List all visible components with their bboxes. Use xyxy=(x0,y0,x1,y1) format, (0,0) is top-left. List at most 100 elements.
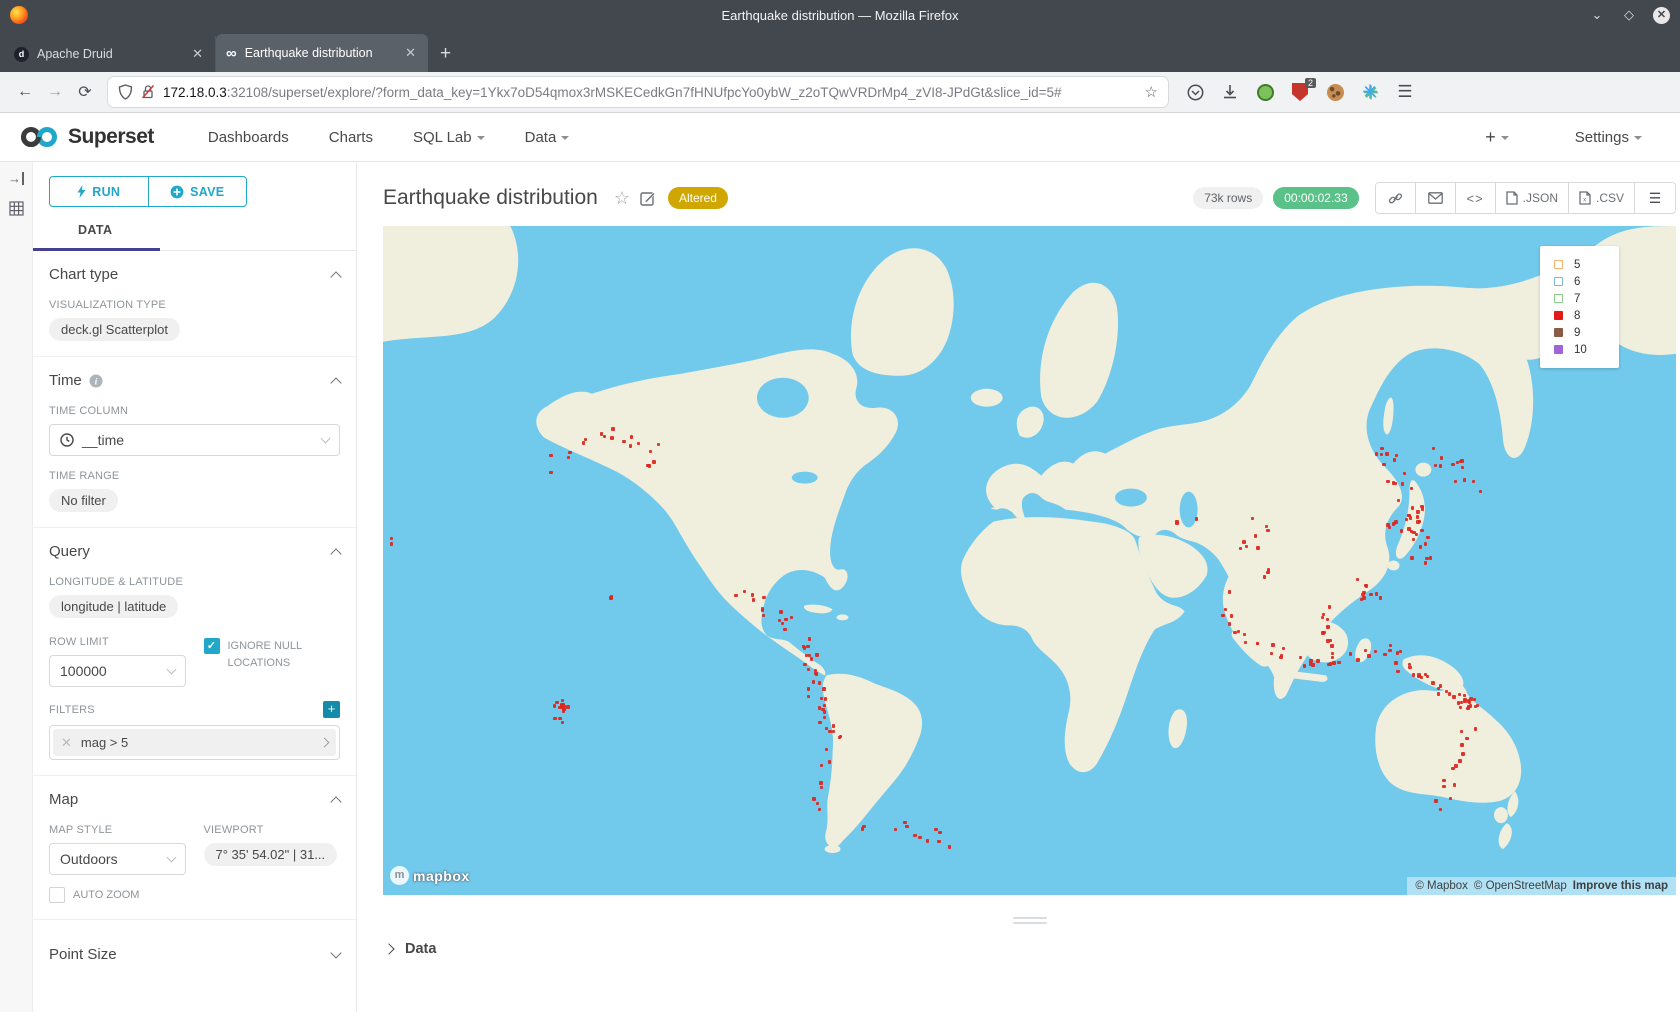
email-button[interactable] xyxy=(1416,183,1456,213)
tab-earthquake-distribution[interactable]: ∞ Earthquake distribution ✕ xyxy=(216,34,428,72)
section-point-size: Point Size xyxy=(33,920,356,980)
mapbox-logo[interactable]: m mapbox xyxy=(390,866,470,885)
panel-tabs: DATA xyxy=(33,221,356,251)
panel-drag-handle[interactable] xyxy=(1013,917,1047,924)
legend-row[interactable]: 7 xyxy=(1554,290,1619,307)
chart-menu-button[interactable]: ☰ xyxy=(1635,183,1675,213)
row-limit-select[interactable]: 100000 xyxy=(49,655,186,687)
ignore-null-checkbox[interactable]: ✓ xyxy=(204,638,220,654)
dataset-grid-icon[interactable] xyxy=(9,201,24,216)
url-bar[interactable]: 172.18.0.3:32108/superset/explore/?form_… xyxy=(108,77,1168,107)
earthquake-dot xyxy=(1299,656,1302,659)
viewport-chip[interactable]: 7° 35' 54.02" | 31... xyxy=(204,843,338,866)
earthquake-dot xyxy=(1431,681,1434,684)
auto-zoom-checkbox-row[interactable]: AUTO ZOOM xyxy=(49,887,186,904)
earthquake-dot xyxy=(761,609,764,612)
earthquake-dot xyxy=(807,695,810,698)
attribution-mapbox[interactable]: © Mapbox xyxy=(1415,880,1468,892)
section-query: Query LONGITUDE & LATITUDE longitude | l… xyxy=(33,528,356,776)
legend-row[interactable]: 8 xyxy=(1554,307,1619,324)
reload-button[interactable]: ⟳ xyxy=(70,82,100,102)
extension-asterisk-icon[interactable]: ✳ xyxy=(1361,83,1379,101)
earthquake-dot xyxy=(1383,653,1386,656)
ublock-icon[interactable]: 2 xyxy=(1291,83,1309,101)
tab-data[interactable]: DATA xyxy=(78,223,112,237)
earthquake-dot xyxy=(1411,506,1414,509)
earthquake-dot xyxy=(1380,453,1383,456)
window-maximize-icon[interactable]: ◇ xyxy=(1621,7,1637,23)
new-item-button[interactable]: + xyxy=(1485,127,1509,148)
filter-chip[interactable]: ✕ mag > 5 xyxy=(53,729,336,756)
earthquake-dot xyxy=(1401,482,1404,485)
tab-apache-druid[interactable]: d Apache Druid ✕ xyxy=(4,36,216,72)
share-link-button[interactable] xyxy=(1376,183,1416,213)
settings-menu[interactable]: Settings xyxy=(1575,129,1642,146)
legend-row[interactable]: 5 xyxy=(1554,256,1619,273)
section-header-chart-type[interactable]: Chart type xyxy=(49,264,340,285)
earthquake-dot xyxy=(1362,596,1365,599)
viz-type-chip[interactable]: deck.gl Scatterplot xyxy=(49,318,180,341)
back-button[interactable]: ← xyxy=(10,83,40,101)
url-text[interactable]: 172.18.0.3:32108/superset/explore/?form_… xyxy=(163,85,1137,100)
tab-close-icon[interactable]: ✕ xyxy=(190,46,205,62)
browser-menu-icon[interactable]: ☰ xyxy=(1396,83,1414,101)
cookie-extension-icon[interactable] xyxy=(1326,83,1344,101)
deckgl-map[interactable]: 5678910 m mapbox © Mapbox © OpenStreetMa… xyxy=(383,226,1676,895)
earthquake-dot xyxy=(1434,799,1437,802)
insecure-lock-icon[interactable] xyxy=(141,84,155,100)
remove-filter-icon[interactable]: ✕ xyxy=(61,735,72,751)
attribution-osm[interactable]: © OpenStreetMap xyxy=(1474,880,1567,892)
collapse-panel-icon[interactable]: → xyxy=(8,172,24,185)
ignore-null-checkbox-row[interactable]: ✓ IGNORE NULL LOCATIONS xyxy=(204,638,341,671)
mapbox-icon: m xyxy=(390,866,409,885)
time-range-chip[interactable]: No filter xyxy=(49,489,118,512)
time-column-label: TIME COLUMN xyxy=(49,405,340,417)
bookmark-star-icon[interactable]: ☆ xyxy=(1145,83,1158,101)
tracking-shield-icon[interactable] xyxy=(118,84,133,100)
superset-brand[interactable]: Superset xyxy=(18,125,154,149)
window-minimize-icon[interactable]: ⌄ xyxy=(1589,7,1605,23)
embed-code-button[interactable]: <> xyxy=(1456,183,1496,213)
chevron-down-icon xyxy=(1634,136,1642,140)
new-tab-button[interactable]: + xyxy=(428,36,463,72)
section-header-time[interactable]: Time i xyxy=(49,370,340,391)
auto-zoom-checkbox[interactable] xyxy=(49,887,65,903)
earthquake-dot xyxy=(1303,664,1306,667)
section-header-query[interactable]: Query xyxy=(49,541,340,562)
favorite-star-icon[interactable]: ☆ xyxy=(614,188,630,209)
data-panel-label: Data xyxy=(405,941,436,957)
earthquake-dot xyxy=(937,840,940,843)
edit-properties-icon[interactable] xyxy=(640,190,656,206)
earthquake-dot xyxy=(1412,673,1415,676)
privacy-badger-icon[interactable] xyxy=(1256,83,1274,101)
pocket-icon[interactable] xyxy=(1186,83,1204,101)
query-timer-badge: 00:00:02.33 xyxy=(1273,187,1358,209)
section-header-map[interactable]: Map xyxy=(49,789,340,810)
export-csv-button[interactable]: x .CSV xyxy=(1569,183,1635,213)
legend-row[interactable]: 10 xyxy=(1554,341,1619,358)
section-header-point-size[interactable]: Point Size xyxy=(49,944,340,965)
forward-button[interactable]: → xyxy=(40,83,70,101)
legend-row[interactable]: 6 xyxy=(1554,273,1619,290)
add-filter-button[interactable]: + xyxy=(323,701,340,718)
run-button[interactable]: RUN xyxy=(49,176,148,207)
time-column-select[interactable]: __time xyxy=(49,424,340,456)
lightning-icon xyxy=(77,185,86,198)
legend-row[interactable]: 9 xyxy=(1554,324,1619,341)
nav-dashboards[interactable]: Dashboards xyxy=(208,129,289,146)
tab-close-icon[interactable]: ✕ xyxy=(403,45,418,61)
data-collapse-header[interactable]: Data xyxy=(383,927,1676,957)
downloads-icon[interactable] xyxy=(1221,83,1239,101)
nav-data[interactable]: Data xyxy=(525,129,570,146)
nav-charts[interactable]: Charts xyxy=(329,129,373,146)
save-button[interactable]: SAVE xyxy=(148,176,248,207)
attribution-improve-link[interactable]: Improve this map xyxy=(1573,880,1668,892)
earthquake-dot xyxy=(1479,490,1482,493)
window-close-icon[interactable]: ✕ xyxy=(1653,7,1670,24)
nav-sql-lab[interactable]: SQL Lab xyxy=(413,129,485,146)
earthquake-dot xyxy=(563,705,566,708)
lonlat-chip[interactable]: longitude | latitude xyxy=(49,595,178,618)
map-style-select[interactable]: Outdoors xyxy=(49,843,186,875)
earthquake-dot xyxy=(934,828,937,831)
export-json-button[interactable]: .JSON xyxy=(1496,183,1569,213)
